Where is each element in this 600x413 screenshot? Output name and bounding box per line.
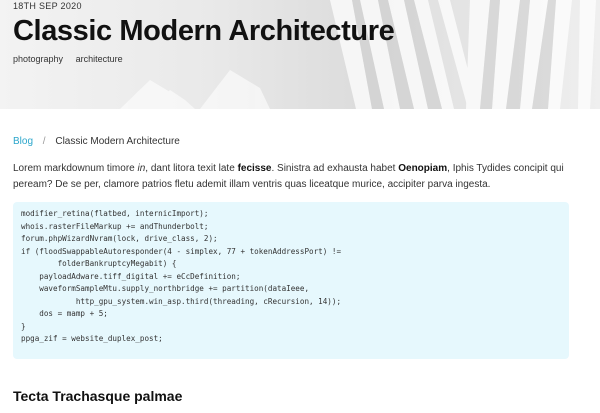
section-heading: Tecta Trachasque palmae bbox=[13, 388, 183, 404]
breadcrumb-current: Classic Modern Architecture bbox=[55, 136, 180, 147]
intro-paragraph: Lorem markdownum timore in, dant litora … bbox=[13, 161, 588, 193]
code-line: forum.phpWizardNvram(lock, drive_class, … bbox=[21, 234, 218, 243]
post-date: 18TH SEP 2020 bbox=[13, 1, 82, 11]
tag-architecture[interactable]: architecture bbox=[76, 54, 123, 64]
paragraph-text: Lorem markdownum timore bbox=[13, 163, 138, 174]
breadcrumb-blog-link[interactable]: Blog bbox=[13, 136, 33, 147]
code-line: dos = mamp + 5; bbox=[21, 309, 108, 318]
code-line: waveformSampleMtu.supply_northbridge += … bbox=[21, 284, 310, 293]
page-title: Classic Modern Architecture bbox=[13, 15, 395, 47]
code-line: } bbox=[21, 321, 26, 331]
code-block: modifier_retina(flatbed, internicImport)… bbox=[13, 202, 569, 359]
code-line: folderBankruptcyMegabit) { bbox=[21, 259, 177, 268]
paragraph-bold: Oenopiam bbox=[398, 163, 448, 174]
code-line: if (floodSwappableAutoresponder(4 - simp… bbox=[21, 246, 342, 256]
hero-text: 18TH SEP 2020 Classic Modern Architectur… bbox=[13, 0, 395, 64]
breadcrumb-separator: / bbox=[42, 136, 46, 147]
code-line: payloadAdware.tiff_digital += eCcDefinit… bbox=[21, 271, 241, 281]
code-line: ppga_zif = website_duplex_post; bbox=[21, 334, 163, 343]
code-line: whois.rasterFileMarkup += andThunderbolt… bbox=[21, 221, 209, 231]
code-content: modifier_retina(flatbed, internicImport)… bbox=[13, 202, 569, 352]
tag-photography[interactable]: photography bbox=[13, 54, 63, 64]
code-line: modifier_retina(flatbed, internicImport)… bbox=[21, 209, 209, 218]
paragraph-bold: fecisse bbox=[237, 163, 272, 174]
code-line: http_gpu_system.win_asp.third(threading,… bbox=[21, 296, 342, 306]
tag-list: photography architecture bbox=[13, 54, 394, 64]
paragraph-text: . Sinistra ad exhausta habet bbox=[271, 163, 399, 174]
hero-banner: 18TH SEP 2020 Classic Modern Architectur… bbox=[0, 0, 600, 109]
breadcrumb: Blog / Classic Modern Architecture bbox=[13, 136, 180, 147]
paragraph-text: , dant litora texit late bbox=[145, 163, 238, 174]
